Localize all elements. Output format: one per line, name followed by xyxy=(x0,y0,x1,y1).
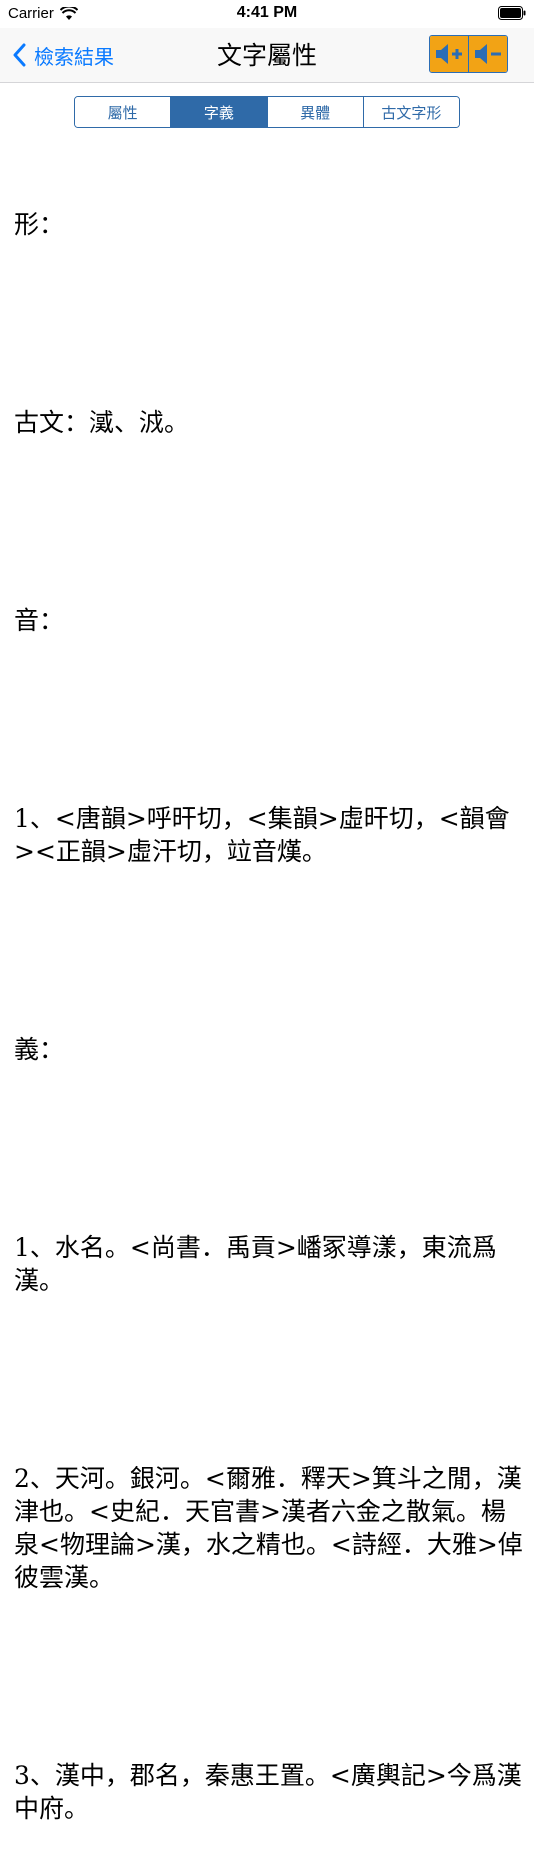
volume-down-button[interactable] xyxy=(468,36,507,72)
status-bar: Carrier 4:41 PM xyxy=(0,0,534,28)
volume-controls xyxy=(429,35,508,73)
definition-content: 形： 古文：㵄、㳚。 音： 1、<唐韻>呼旰切，<集韻>虛旰切，<韻會><正韻>… xyxy=(14,142,526,1858)
tab-meaning[interactable]: 字義 xyxy=(170,97,267,127)
battery-icon xyxy=(498,6,526,20)
meaning-heading: 義： xyxy=(14,1035,65,1064)
tab-ancient-forms[interactable]: 古文字形 xyxy=(362,97,459,127)
meaning-item-1: 1、水名。<尚書．禹貢>嶓冢導漾，東流爲漢。 xyxy=(14,1233,497,1295)
sound-heading: 音： xyxy=(14,606,65,635)
meaning-item-2: 2、天河。銀河。<爾雅．釋天>箕斗之閒，漢津也。<史紀．天官書>漢者六金之散氣。… xyxy=(14,1464,523,1592)
volume-down-icon xyxy=(475,44,501,64)
pronunciation-text: 1、<唐韻>呼旰切，<集韻>虛旰切，<韻會><正韻>虛汗切，竝音熯。 xyxy=(14,804,510,866)
status-time: 4:41 PM xyxy=(236,4,298,21)
segmented-control: 屬性 字義 異體 古文字形 xyxy=(74,96,460,128)
tab-variants[interactable]: 異體 xyxy=(266,97,363,127)
tab-attributes[interactable]: 屬性 xyxy=(75,97,171,127)
volume-up-button[interactable] xyxy=(430,36,468,72)
form-heading: 形： xyxy=(14,210,65,239)
ancient-forms-text: 古文：㵄、㳚。 xyxy=(14,408,190,437)
navigation-bar: 檢索結果 文字屬性 xyxy=(0,28,534,83)
volume-up-icon xyxy=(436,44,462,64)
meaning-item-3: 3、漢中，郡名，秦惠王置。<廣輿記>今爲漢中府。 xyxy=(14,1761,522,1823)
